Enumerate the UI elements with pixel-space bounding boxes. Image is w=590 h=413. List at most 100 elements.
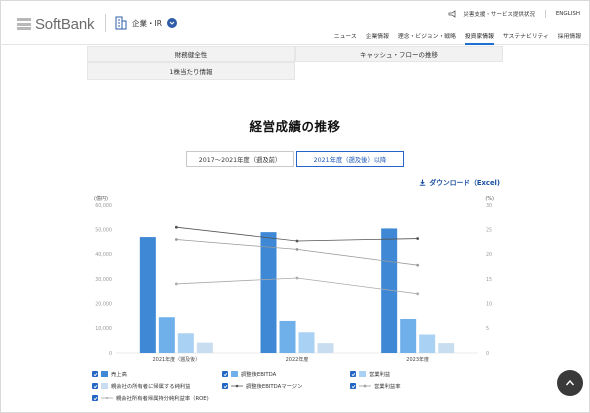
divider	[544, 10, 546, 18]
nav-vision[interactable]: 理念・ビジョン・戦略	[398, 31, 456, 44]
chevron-up-icon	[565, 379, 575, 386]
legend-item-adj-ebitda[interactable]: 調整後EBITDA	[222, 370, 350, 378]
line-point-2-0	[174, 282, 178, 286]
x-category-label: 2021年度（遡及後）	[152, 356, 200, 363]
tab-cash-flow[interactable]: キャッシュ・フローの推移	[295, 46, 503, 62]
bar-1-1	[279, 320, 296, 353]
nav-sustainability[interactable]: サステナビリティ	[503, 31, 549, 44]
checkbox-checked-icon[interactable]	[222, 371, 228, 377]
logo-bars-icon	[17, 18, 31, 30]
y-tick-label-left: 60,000	[95, 203, 112, 209]
utility-links: 災害支援・サービス提供状況 ENGLISH	[448, 10, 580, 18]
line-point-1-0	[174, 238, 178, 241]
line-point-1-1	[295, 248, 299, 251]
line-point-2-1	[295, 276, 299, 280]
legend-label: 親会社の所有者に帰属する純利益	[111, 384, 191, 390]
checkbox-checked-icon[interactable]	[92, 371, 98, 377]
legend-swatch	[101, 371, 108, 377]
legend-item-operating-income[interactable]: 営業利益	[350, 370, 390, 378]
tab-financial-health[interactable]: 財務健全性	[87, 46, 295, 62]
checkbox-checked-icon[interactable]	[350, 371, 356, 377]
legend-item-roe[interactable]: 親会社所有者帰属持分純利益率（ROE)	[92, 394, 209, 402]
legend-label: 親会社所有者帰属持分純利益率（ROE)	[116, 396, 209, 402]
period-tab-2021-onward[interactable]: 2021年度（遡及後）以降	[296, 151, 404, 167]
bar-3-0	[196, 342, 213, 353]
disaster-support-link[interactable]: 災害支援・サービス提供状況	[463, 10, 535, 18]
bar-0-0	[139, 237, 156, 353]
performance-chart: (億円) (%) 0 10,000 20,000 30,000 40,000 50,000 60…	[86, 192, 500, 364]
checkbox-checked-icon[interactable]	[92, 383, 98, 389]
section-title: 経営成績の推移	[249, 119, 341, 134]
x-category-label: 2023年度	[406, 356, 429, 363]
legend-label: 営業利益率	[374, 384, 401, 390]
chart-svg: (億円) (%) 0 10,000 20,000 30,000 40,000 50,000 60…	[94, 195, 494, 363]
main-nav: ニュース 企業情報 理念・ビジョン・戦略 投資家情報 サステナビリティ 採用情報	[334, 31, 581, 45]
y-tick-label-left: 40,000	[95, 252, 112, 258]
checkbox-checked-icon[interactable]	[92, 395, 98, 401]
y-tick-label-left: 10,000	[95, 326, 112, 332]
softbank-logo[interactable]: SoftBank	[17, 15, 94, 33]
y-tick-label-left: 0	[109, 351, 112, 357]
line-point-2-2	[416, 292, 420, 296]
building-icon	[115, 16, 127, 30]
y-tick-label-right: 5	[486, 326, 489, 332]
legend-item-operating-margin[interactable]: 営業利益率	[350, 382, 401, 390]
english-link[interactable]: ENGLISH	[556, 11, 580, 17]
site-header: SoftBank 企業・IR 災害支援・サービス提供状況 ENGLISH ニュー…	[0, 0, 590, 45]
bar-2-2	[419, 334, 436, 353]
legend-line-marker-icon	[231, 384, 243, 388]
checkbox-checked-icon[interactable]	[222, 383, 228, 389]
legend-swatch	[231, 371, 238, 377]
chevron-down-icon[interactable]	[166, 18, 177, 28]
y-tick-label-right: 10	[486, 301, 492, 307]
logo-text: SoftBank	[35, 15, 95, 33]
megaphone-icon	[448, 10, 456, 18]
tab-per-share[interactable]: 1株当たり情報	[87, 62, 295, 80]
x-category-label: 2022年度	[286, 356, 309, 363]
period-tab-2017-2021[interactable]: 2017〜2021年度（遡及前）	[186, 151, 294, 167]
y-tick-label-right: 30	[486, 203, 492, 209]
bar-2-1	[298, 332, 315, 353]
y-tick-label-left: 30,000	[95, 277, 112, 283]
download-excel-link[interactable]: ダウンロード（Excel)	[419, 177, 500, 187]
tab-empty	[295, 62, 503, 80]
bar-2-0	[177, 333, 194, 353]
y-tick-label-right: 20	[486, 252, 492, 258]
nav-news[interactable]: ニュース	[334, 31, 357, 44]
legend-label: 売上高	[111, 372, 127, 378]
legend-line-marker-icon	[359, 384, 371, 388]
y-axis-unit-left: (億円)	[94, 195, 108, 202]
legend-label: 調整後EBITDA	[241, 372, 277, 378]
period-tabs: 2017〜2021年度（遡及前） 2021年度（遡及後）以降	[186, 151, 404, 167]
bar-1-0	[158, 317, 175, 353]
line-point-0-1	[295, 239, 299, 243]
legend-item-net-income[interactable]: 親会社の所有者に帰属する純利益	[92, 382, 222, 390]
bar-3-1	[317, 343, 334, 353]
bar-3-2	[438, 343, 455, 353]
bar-0-1	[260, 232, 277, 353]
nav-company[interactable]: 企業情報	[366, 31, 389, 44]
legend-label: 営業利益	[369, 372, 391, 378]
site-switcher[interactable]: 企業・IR	[105, 14, 177, 32]
legend-swatch	[359, 371, 366, 377]
site-label: 企業・IR	[132, 18, 162, 28]
download-icon	[420, 179, 426, 186]
section-tab-grid: 財務健全性 キャッシュ・フローの推移 1株当たり情報	[87, 46, 504, 80]
bar-1-2	[400, 318, 417, 353]
nav-investors[interactable]: 投資家情報	[464, 31, 494, 45]
legend-item-revenue[interactable]: 売上高	[92, 370, 222, 378]
y-tick-label-right: 0	[486, 351, 489, 357]
chart-legend: 売上高 調整後EBITDA 営業利益 親会社の所有者に帰属する純利益 調整後EB…	[92, 368, 492, 404]
scroll-to-top-button[interactable]	[557, 370, 583, 396]
nav-careers[interactable]: 採用情報	[558, 31, 581, 44]
y-tick-label-right: 25	[486, 227, 492, 233]
y-tick-label-left: 20,000	[95, 301, 112, 307]
checkbox-checked-icon[interactable]	[350, 383, 356, 389]
y-tick-label-right: 15	[486, 277, 492, 283]
legend-item-ebitda-margin[interactable]: 調整後EBITDAマージン	[222, 382, 350, 390]
line-point-0-2	[416, 237, 420, 240]
legend-swatch	[101, 383, 108, 389]
legend-label: 調整後EBITDAマージン	[246, 384, 303, 390]
y-axis-unit-right: (%)	[485, 196, 494, 202]
line-point-0-0	[174, 225, 178, 229]
